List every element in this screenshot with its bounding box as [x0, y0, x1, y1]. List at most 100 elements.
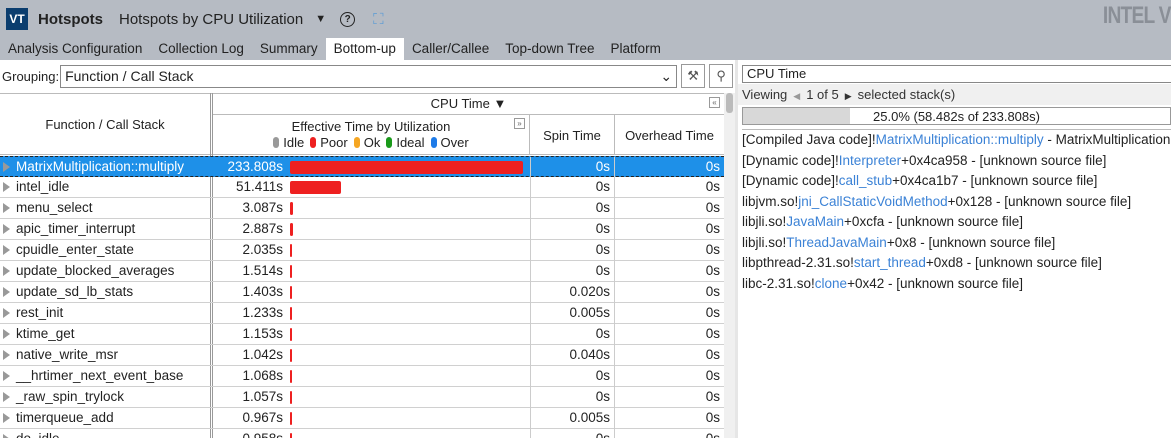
customize-grouping-button[interactable]: ⚒: [681, 64, 706, 88]
collapse-icon[interactable]: «: [709, 97, 720, 108]
table-row[interactable]: apic_timer_interrupt 2.887s 0s 0s: [0, 219, 724, 240]
expand-arrow-icon[interactable]: [3, 308, 10, 318]
expand-arrow-icon[interactable]: [3, 329, 10, 339]
stack-navigator: Viewing ◀ 1 of 5 ▶ selected stack(s): [738, 84, 1171, 105]
frame-function-link[interactable]: jni_CallStaticVoidMethod: [798, 194, 947, 209]
column-cpu-time[interactable]: CPU Time ▼ «: [213, 94, 724, 115]
help-icon[interactable]: ?: [340, 11, 356, 27]
prev-stack-icon[interactable]: ◀: [793, 91, 800, 101]
frame-source: - MatrixMultiplication.java: [1047, 132, 1171, 147]
tab-top-down-tree[interactable]: Top-down Tree: [497, 38, 602, 60]
call-stack-pane: CPU Time Viewing ◀ 1 of 5 ▶ selected stack(s…: [738, 60, 1171, 438]
expand-arrow-icon[interactable]: [3, 287, 10, 297]
title-bar: VT Hotspots Hotspots by CPU Utilization …: [0, 0, 1171, 38]
expand-arrow-icon[interactable]: [3, 371, 10, 381]
column-function[interactable]: Function / Call Stack: [0, 94, 210, 155]
column-overhead-time[interactable]: Overhead Time: [615, 115, 724, 155]
expand-arrow-icon[interactable]: [3, 162, 10, 172]
expand-arrow-icon[interactable]: [3, 413, 10, 423]
table-row[interactable]: rest_init 1.233s 0.005s 0s: [0, 303, 724, 324]
cpu-time-value: 2.035s: [242, 242, 283, 257]
table-row[interactable]: timerqueue_add 0.967s 0.005s 0s: [0, 408, 724, 429]
table-row[interactable]: MatrixMultiplication::multiply 233.808s 0s…: [0, 156, 724, 178]
table-row[interactable]: _raw_spin_trylock 1.057s 0s 0s: [0, 387, 724, 408]
expand-arrow-icon[interactable]: [3, 224, 10, 234]
frame-function-link[interactable]: JavaMain: [786, 214, 844, 229]
frame-function-link[interactable]: Interpreter: [839, 153, 901, 168]
stack-frame[interactable]: [Dynamic code]!Interpreter+0x4ca958 - [u…: [742, 150, 1171, 171]
frame-source: +0x42 - [unknown source file]: [847, 275, 1024, 291]
search-button[interactable]: ⚲: [709, 64, 734, 88]
table-row[interactable]: cpuidle_enter_state 2.035s 0s 0s: [0, 240, 724, 261]
table-row[interactable]: menu_select 3.087s 0s 0s: [0, 198, 724, 219]
expand-arrow-icon[interactable]: [3, 392, 10, 402]
table-row[interactable]: ktime_get 1.153s 0s 0s: [0, 324, 724, 345]
stack-frame[interactable]: libjli.so!ThreadJavaMain+0x8 - [unknown …: [742, 232, 1171, 253]
map-icon[interactable]: ⛶: [373, 11, 384, 28]
vtune-logo: VT: [6, 8, 28, 30]
table-row[interactable]: do_idle 0.958s 0s0s: [0, 429, 724, 438]
table-row[interactable]: __hrtimer_next_event_base 1.068s 0s 0s: [0, 366, 724, 387]
tab-caller-callee[interactable]: Caller/Callee: [404, 38, 497, 60]
frame-function-link[interactable]: MatrixMultiplication::multiply: [876, 132, 1044, 147]
tab-summary[interactable]: Summary: [252, 38, 326, 60]
expand-arrow-icon[interactable]: [3, 350, 10, 360]
overhead-time-value: 0s: [705, 284, 720, 299]
poor-utilization-bar: [290, 286, 292, 299]
poor-utilization-bar: [290, 161, 523, 174]
frame-source: +0x8 - [unknown source file]: [886, 234, 1056, 250]
spin-time-value: 0s: [530, 387, 615, 408]
table-row[interactable]: update_sd_lb_stats 1.403s 0.020s 0s: [0, 282, 724, 303]
overhead-time-value: 0s: [705, 179, 720, 194]
table-row[interactable]: native_write_msr 1.042s 0.040s 0s: [0, 345, 724, 366]
frame-function-link[interactable]: clone: [815, 276, 847, 291]
scrollbar-thumb[interactable]: [726, 93, 733, 113]
table-header: Function / Call Stack CPU Time ▼ « Effect…: [0, 93, 724, 155]
expand-arrow-icon[interactable]: [3, 203, 10, 213]
tab-analysis-configuration[interactable]: Analysis Configuration: [0, 38, 150, 60]
search-icon: ⚲: [716, 68, 726, 83]
frame-function-link[interactable]: call_stub: [839, 173, 892, 188]
table-row[interactable]: update_blocked_averages 1.514s 0s 0s: [0, 261, 724, 282]
tab-collection-log[interactable]: Collection Log: [150, 38, 252, 60]
expand-icon[interactable]: »: [514, 118, 525, 129]
column-spin-time[interactable]: Spin Time: [530, 115, 615, 155]
expand-arrow-icon[interactable]: [3, 434, 10, 438]
spin-time-value: 0s: [530, 219, 615, 240]
spin-time-value: 0.020s: [530, 282, 615, 303]
legend-ideal: Ideal: [386, 135, 425, 150]
spin-time-value: 0s: [530, 261, 615, 282]
next-stack-icon[interactable]: ▶: [845, 91, 852, 101]
frame-function-link[interactable]: start_thread: [854, 255, 926, 270]
stack-frame[interactable]: [Dynamic code]!call_stub+0x4ca1b7 - [unk…: [742, 170, 1171, 191]
expand-arrow-icon[interactable]: [3, 182, 10, 192]
viewpoint-selector[interactable]: Hotspots by CPU Utilization: [119, 11, 303, 28]
expand-arrow-icon[interactable]: [3, 245, 10, 255]
stack-frame[interactable]: libpthread-2.31.so!start_thread+0xd8 - […: [742, 252, 1171, 273]
grouping-select[interactable]: Function / Call Stack ⌄: [60, 64, 678, 88]
stack-frame[interactable]: libc-2.31.so!clone+0x42 - [unknown sourc…: [742, 273, 1171, 294]
vertical-scrollbar[interactable]: [724, 93, 735, 438]
stack-frame[interactable]: libjli.so!JavaMain+0xcfa - [unknown sour…: [742, 211, 1171, 232]
tab-bottom-up[interactable]: Bottom-up: [325, 38, 404, 60]
frame-module: [Dynamic code]!: [742, 152, 839, 168]
cpu-time-value: 1.514s: [242, 263, 283, 278]
stack-frame[interactable]: libjvm.so!jni_CallStaticVoidMethod+0x128…: [742, 191, 1171, 212]
legend-label: Over: [440, 135, 469, 150]
frame-module: libc-2.31.so!: [742, 275, 815, 291]
legend-poor: Poor: [310, 135, 348, 150]
chevron-down-icon[interactable]: ▼: [315, 13, 326, 25]
overhead-time-value: 0s: [705, 242, 720, 257]
table-row[interactable]: intel_idle 51.411s 0s 0s: [0, 177, 724, 198]
table-body: MatrixMultiplication::multiply 233.808s 0s…: [0, 156, 724, 438]
metric-select[interactable]: CPU Time: [742, 65, 1171, 83]
poor-utilization-bar: [290, 328, 292, 341]
bottom-up-panel: Grouping: Function / Call Stack ⌄ ⚒ ⚲ Fun…: [0, 60, 735, 438]
expand-arrow-icon[interactable]: [3, 266, 10, 276]
poor-utilization-bar: [290, 412, 292, 425]
column-effective-time[interactable]: Effective Time by Utilization Idle Poor Ok…: [213, 115, 530, 155]
frame-function-link[interactable]: ThreadJavaMain: [786, 235, 887, 250]
cpu-time-value: 1.403s: [242, 284, 283, 299]
tab-platform[interactable]: Platform: [603, 38, 669, 60]
stack-frame[interactable]: [Compiled Java code]!MatrixMultiplicatio…: [742, 129, 1171, 150]
